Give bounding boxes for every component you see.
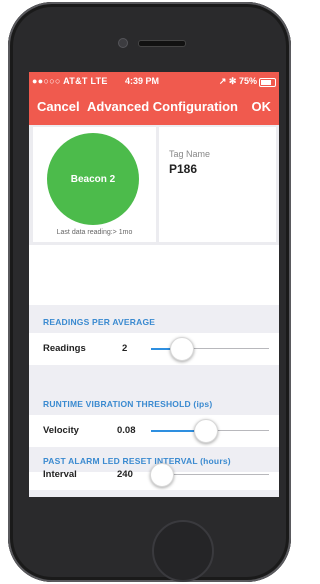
- velocity-label: Velocity: [43, 425, 79, 436]
- readings-slider[interactable]: [151, 337, 269, 361]
- battery-fill: [261, 80, 271, 85]
- readings-section-title: READINGS PER AVERAGE: [43, 317, 156, 327]
- nav-bar: Cancel Advanced Configuration OK: [29, 97, 279, 119]
- beacon-name: Beacon 2: [70, 173, 116, 185]
- cancel-button[interactable]: Cancel: [37, 99, 80, 114]
- earpiece-speaker: [138, 40, 186, 47]
- readings-value: 2: [122, 343, 128, 354]
- slider-thumb[interactable]: [150, 463, 174, 487]
- velocity-row: Velocity 0.08: [29, 415, 279, 447]
- readings-section-header: READINGS PER AVERAGE: [29, 305, 279, 333]
- readings-row: Readings 2: [29, 333, 279, 365]
- beacon-status-circle[interactable]: Beacon 2: [47, 133, 139, 225]
- slider-thumb[interactable]: [169, 337, 194, 361]
- interval-label: Interval: [43, 469, 77, 480]
- spacer: [29, 245, 279, 305]
- velocity-slider[interactable]: [151, 419, 269, 443]
- slider-thumb[interactable]: [194, 419, 219, 443]
- tag-name-label: Tag Name: [169, 149, 211, 159]
- page-title: Advanced Configuration: [87, 99, 238, 114]
- carrier-signal: ●●○○○ AT&T LTE: [32, 76, 108, 86]
- beacon-card: Beacon 2 Last data reading:> 1mo: [33, 127, 156, 242]
- home-button[interactable]: [152, 520, 214, 582]
- vibration-section-title: RUNTIME VIBRATION THRESHOLD (ips): [43, 399, 213, 409]
- tag-name-value[interactable]: P186: [169, 162, 197, 176]
- ok-button[interactable]: OK: [252, 99, 272, 114]
- bottom-strip: [29, 490, 279, 497]
- front-camera: [118, 38, 128, 48]
- interval-value: 240: [117, 469, 133, 480]
- last-data-reading: Last data reading:> 1mo: [56, 229, 133, 236]
- alarm-section-title: PAST ALARM LED RESET INTERVAL (hours): [43, 456, 231, 466]
- interval-row: Interval 240: [29, 463, 279, 490]
- vibration-section-header: RUNTIME VIBRATION THRESHOLD (ips): [29, 365, 279, 415]
- velocity-value: 0.08: [117, 425, 136, 436]
- app-screen: ●●○○○ AT&T LTE 4:39 PM ↗ ✻ 75% Cancel Ad…: [29, 72, 279, 497]
- tag-card: Tag Name P186: [159, 127, 276, 242]
- app-header: ●●○○○ AT&T LTE 4:39 PM ↗ ✻ 75% Cancel Ad…: [29, 72, 279, 125]
- status-bar: ●●○○○ AT&T LTE 4:39 PM ↗ ✻ 75%: [29, 75, 279, 89]
- status-right-indicators: ↗ ✻ 75%: [218, 76, 257, 86]
- readings-label: Readings: [43, 343, 86, 354]
- status-time: 4:39 PM: [125, 76, 160, 86]
- interval-slider[interactable]: [150, 463, 269, 487]
- summary-section: Beacon 2 Last data reading:> 1mo Tag Nam…: [29, 125, 279, 245]
- battery-icon: [259, 78, 276, 87]
